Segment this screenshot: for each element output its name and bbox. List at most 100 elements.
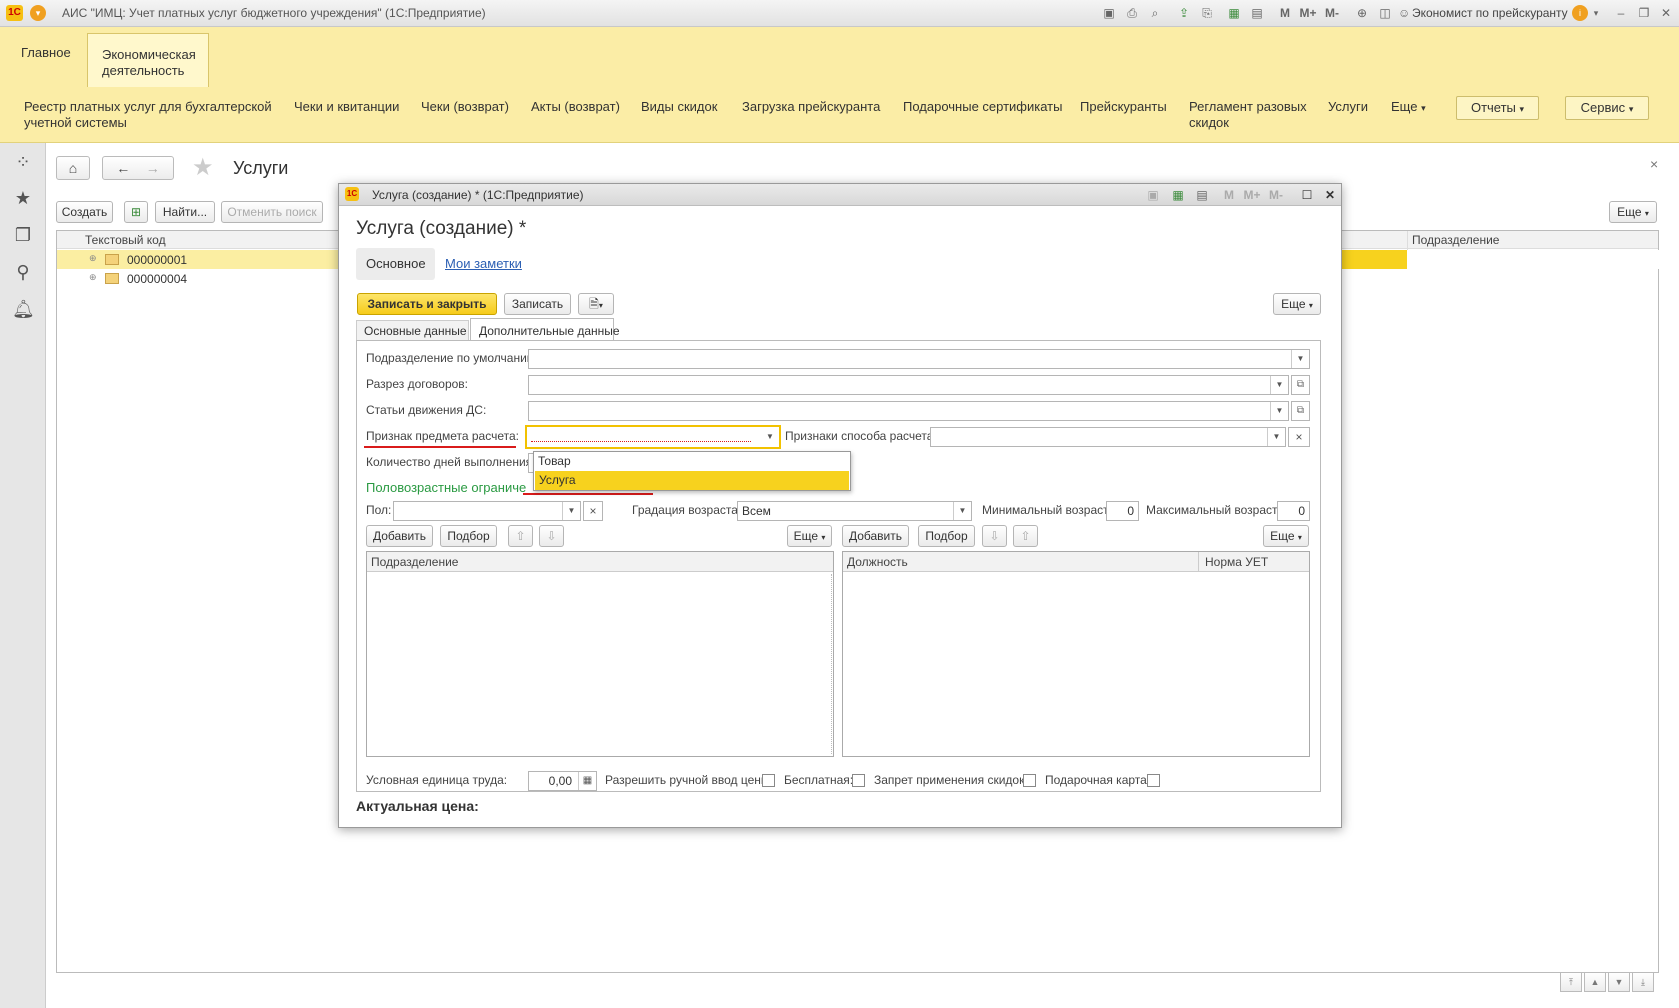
nav-more[interactable]: Еще ▾ [1391,99,1426,116]
list-more-button[interactable]: Еще ▾ [1609,201,1657,223]
dropdown-option[interactable]: Товар [534,452,850,471]
favorites-star-icon[interactable]: ★ [12,187,34,209]
copy-icon[interactable]: ⊞ [124,201,148,223]
print-icon[interactable]: ⎙ [1124,5,1140,21]
chevron-down-icon[interactable]: ▼ [953,502,971,520]
restore-icon[interactable]: ❐ [1636,5,1652,21]
chevron-down-icon[interactable]: ▼ [562,502,580,520]
save-icon[interactable]: ▣ [1101,5,1117,21]
scroll-bottom-icon[interactable]: ⤓ [1632,972,1654,992]
column-header-code[interactable]: Текстовый код [85,233,166,247]
age-gradation-field[interactable]: Всем ▼ [737,501,972,521]
subtab-main-data[interactable]: Основные данные [356,320,469,340]
tab-main[interactable]: Основное [356,248,435,280]
dropdown-option-selected[interactable]: Услуга [535,471,849,490]
nav-receipts-return[interactable]: Чеки (возврат) [421,99,509,115]
nav-price-lists[interactable]: Прейскуранты [1080,99,1167,115]
open-icon[interactable]: ⧉ [1291,375,1310,395]
cancel-search-button[interactable]: Отменить поиск [221,201,323,223]
close-icon[interactable]: ✕ [1322,187,1338,203]
restrictions-group-title[interactable]: Половозрастные ограничения [366,480,527,495]
calculator-icon[interactable]: ▦ [1226,5,1242,21]
create-button[interactable]: Создать [56,201,113,223]
column-header-department[interactable]: Подразделение [367,552,833,572]
upload-icon[interactable]: ⇪ [1176,5,1192,21]
close-form-icon[interactable]: × [1650,156,1658,172]
m-button[interactable]: M [1222,187,1236,203]
m-minus-button[interactable]: M- [1267,187,1285,203]
current-user[interactable]: Экономист по прейскуранту [1412,6,1568,20]
print-icon[interactable]: ▣ [1145,187,1161,203]
chevron-down-icon[interactable]: ▾ [1591,5,1601,21]
home-button[interactable]: ⌂ [56,156,90,180]
save-button[interactable]: Записать [504,293,571,315]
right-add-button[interactable]: Добавить [842,525,909,547]
subtab-extra-data[interactable]: Дополнительные данные [470,318,620,341]
max-age-field[interactable]: 0 [1277,501,1310,521]
m-plus-button[interactable]: M+ [1242,187,1262,203]
nav-discount-types[interactable]: Виды скидок [641,99,717,115]
clear-icon[interactable]: × [583,501,603,521]
left-pick-button[interactable]: Подбор [440,525,497,547]
expand-icon[interactable]: ⊕ [89,253,97,264]
left-more-button[interactable]: Еще ▾ [787,525,832,547]
subject-sign-field[interactable]: ▼ [525,425,781,449]
calculator-icon[interactable]: ▦ [1170,187,1186,203]
labor-unit-field[interactable]: 0,00 ▦ [528,771,597,791]
save-close-button[interactable]: Записать и закрыть [357,293,497,315]
dialog-more-button[interactable]: Еще ▾ [1273,293,1321,315]
gender-field[interactable]: ▼ [393,501,581,521]
free-checkbox[interactable] [852,774,865,787]
reports-button[interactable]: Отчеты ▾ [1456,96,1539,120]
section-main[interactable]: Главное [7,32,85,87]
expand-icon[interactable]: ⊕ [89,272,97,283]
column-header-position[interactable]: Должность [847,555,908,569]
favorite-star-icon[interactable]: ★ [192,153,214,182]
zoom-icon[interactable]: ⊕ [1354,5,1370,21]
nav-price-load[interactable]: Загрузка прейскуранта [742,99,880,115]
payment-method-field[interactable]: ▼ [930,427,1286,447]
m-minus-button[interactable]: M- [1323,5,1341,21]
scroll-top-icon[interactable]: ⤒ [1560,972,1582,992]
right-more-button[interactable]: Еще ▾ [1263,525,1309,547]
nav-acts-return[interactable]: Акты (возврат) [531,99,620,115]
attach-file-button[interactable]: 🗎︎▾ [578,293,614,315]
move-up-icon[interactable]: ⇧ [1013,525,1038,547]
positions-table[interactable]: Должность Норма УЕТ [842,551,1310,757]
scroll-down-icon[interactable]: ▼ [1608,972,1630,992]
link-icon[interactable]: ⎘ [1199,5,1215,21]
open-icon[interactable]: ⧉ [1291,401,1310,421]
right-pick-button[interactable]: Подбор [918,525,975,547]
min-age-field[interactable]: 0 [1106,501,1139,521]
nav-gift-certificates[interactable]: Подарочные сертификаты [903,99,1062,115]
search-icon[interactable]: ⚲ [12,261,34,283]
no-discounts-checkbox[interactable] [1023,774,1036,787]
scroll-up-icon[interactable]: ▲ [1584,972,1606,992]
chevron-down-icon[interactable]: ▼ [761,428,779,446]
apps-grid-icon[interactable]: ⁘ [12,151,34,173]
m-plus-button[interactable]: M+ [1298,5,1318,21]
info-icon[interactable]: i [1572,5,1588,21]
cash-flow-field[interactable]: ▼ [528,401,1289,421]
preview-icon[interactable]: ⌕ [1147,5,1163,21]
m-button[interactable]: M [1278,5,1292,21]
calendar-icon[interactable]: ▤ [1249,5,1265,21]
left-add-button[interactable]: Добавить [366,525,433,547]
move-down-icon[interactable]: ⇩ [982,525,1007,547]
chevron-down-icon[interactable]: ▼ [1291,350,1309,368]
minimize-icon[interactable]: – [1613,5,1629,21]
history-icon[interactable]: ❐ [12,224,34,246]
nav-receipts[interactable]: Чеки и квитанции [294,99,399,115]
column-header-department[interactable]: Подразделение [1412,233,1499,247]
calendar-icon[interactable]: ▤ [1194,187,1210,203]
calculator-icon[interactable]: ▦ [578,772,596,790]
gift-card-checkbox[interactable] [1147,774,1160,787]
nav-registry[interactable]: Реестр платных услуг для бухгалтерской у… [24,99,284,131]
main-menu-icon[interactable]: ▾ [30,5,46,21]
notifications-bell-icon[interactable]: 🔔︎ [12,298,35,320]
section-economic[interactable]: Экономическая деятельность [87,33,209,87]
close-icon[interactable]: ✕ [1658,5,1674,21]
chevron-down-icon[interactable]: ▼ [1267,428,1285,446]
panels-icon[interactable]: ◫ [1377,5,1393,21]
find-button[interactable]: Найти... [155,201,215,223]
